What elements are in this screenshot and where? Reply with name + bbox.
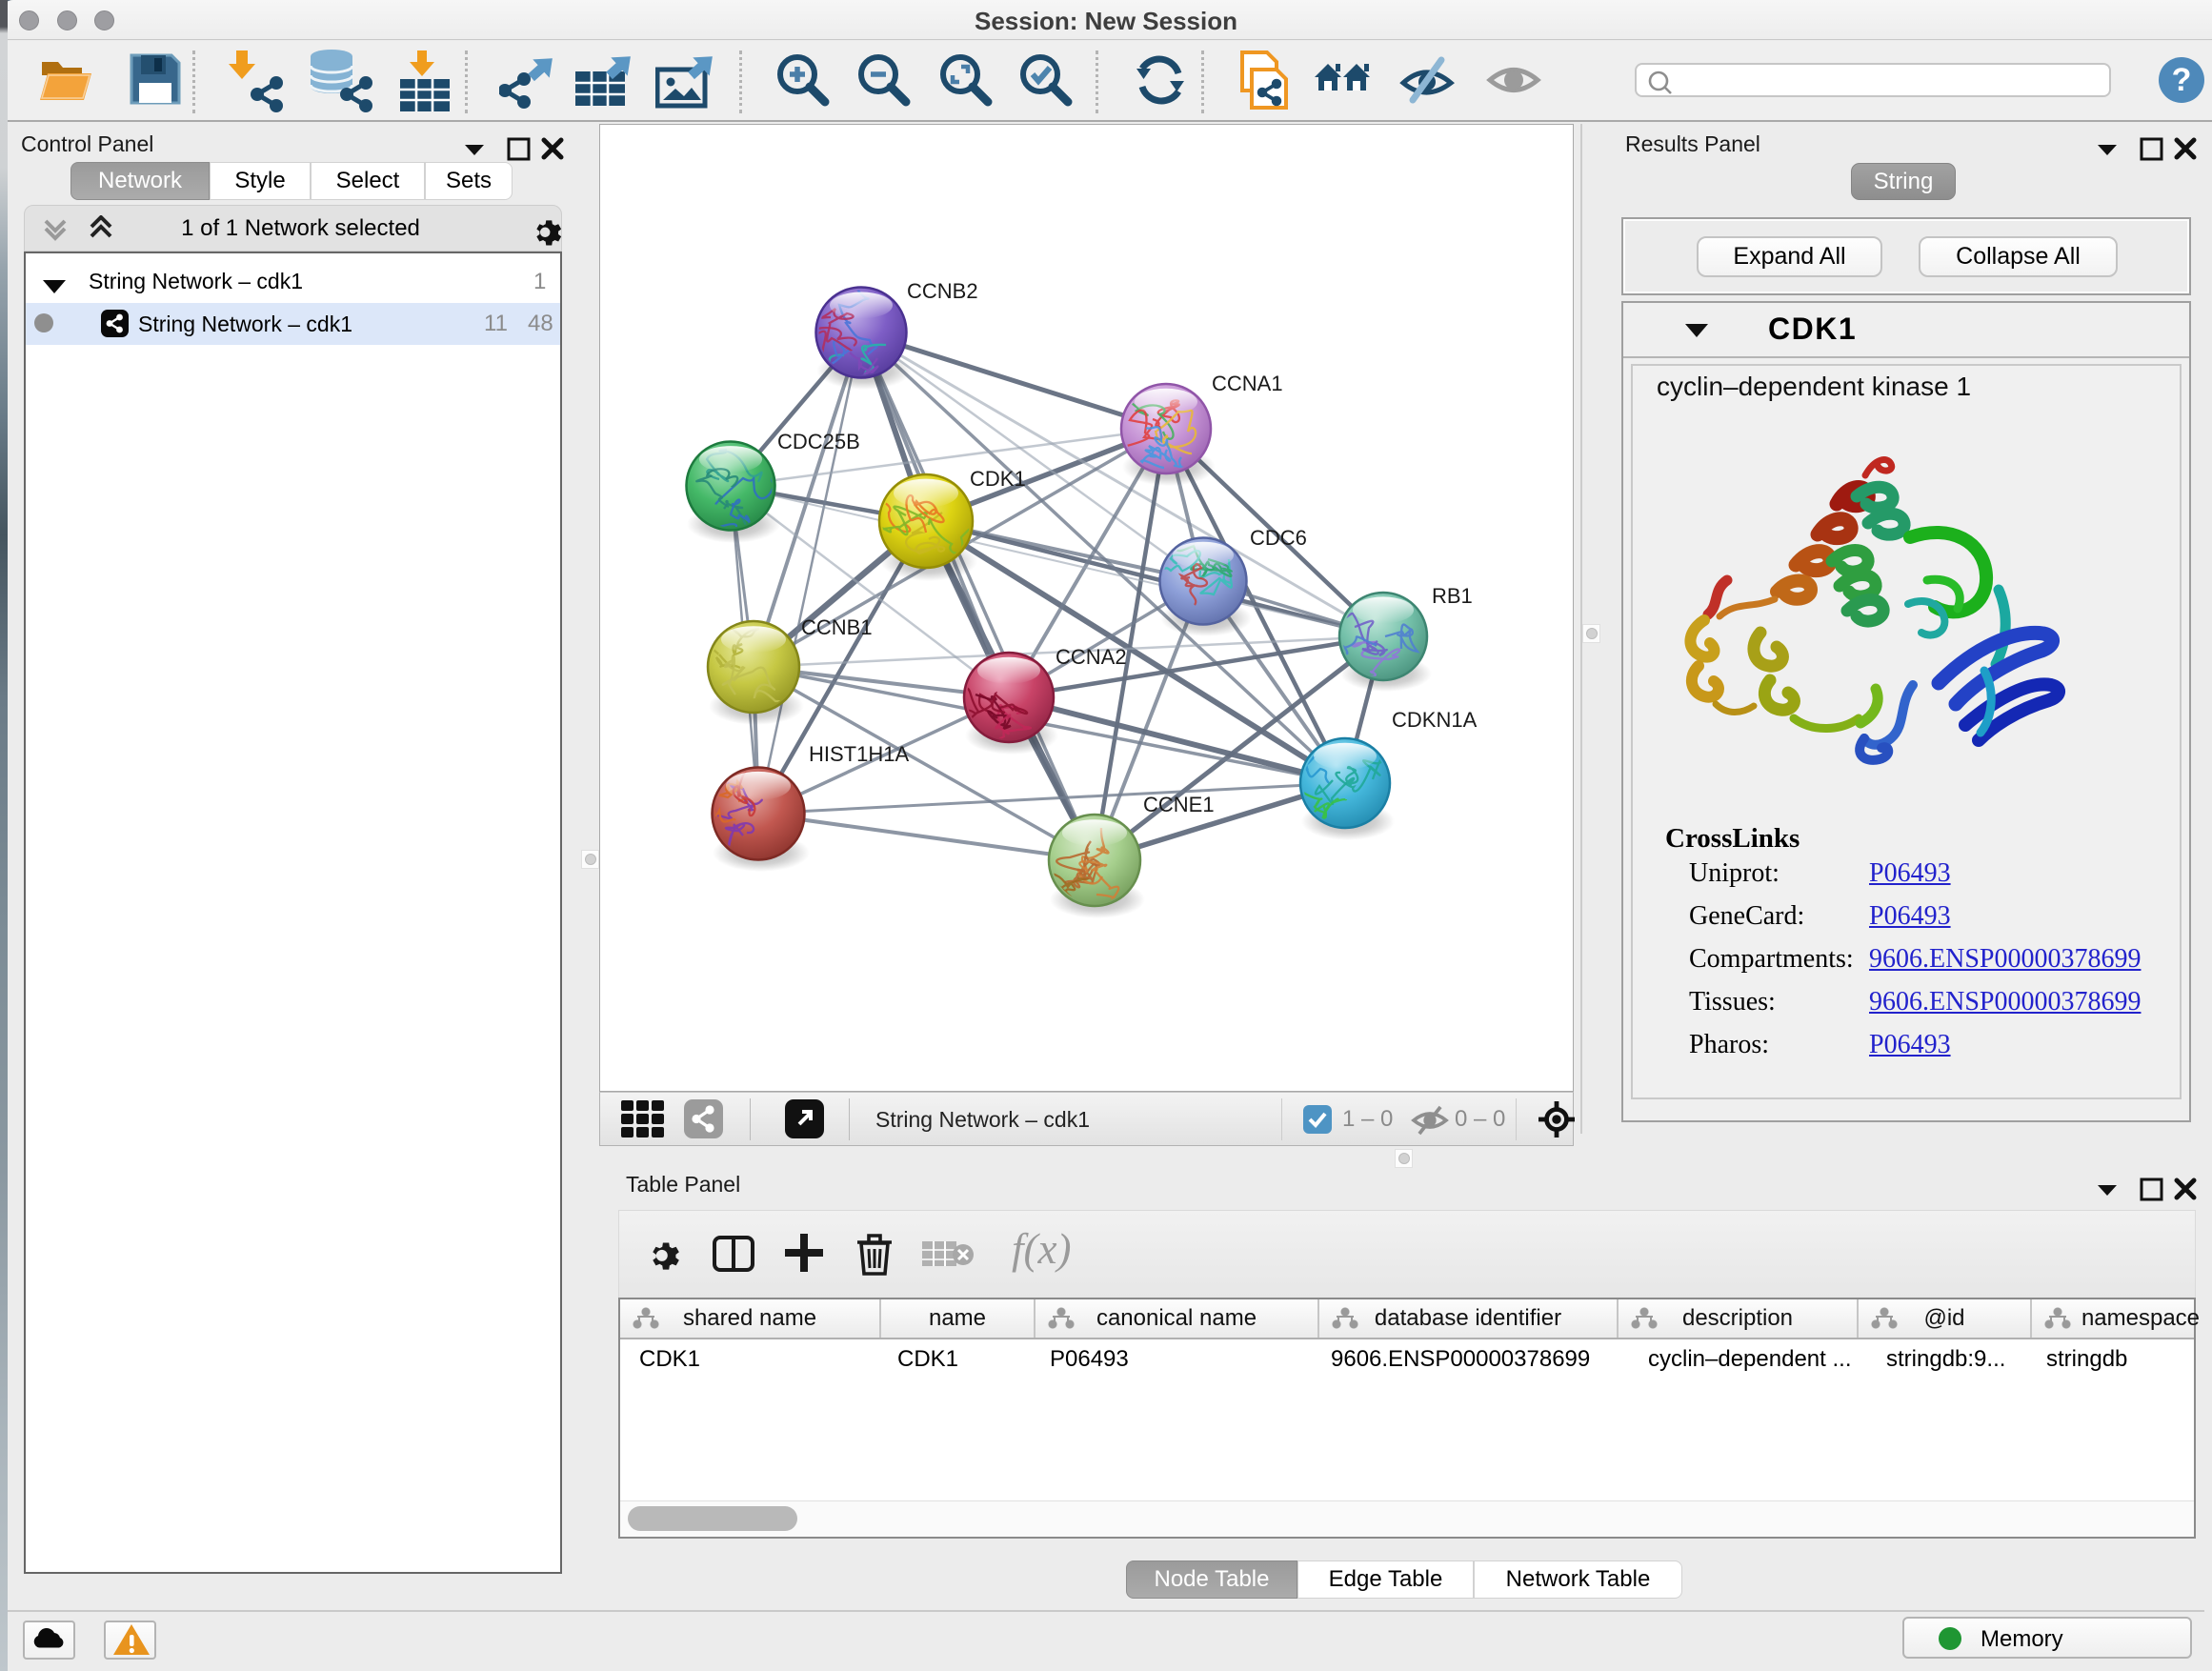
svg-text:CDKN1A: CDKN1A [1392,708,1478,732]
svg-text:HIST1H1A: HIST1H1A [809,742,909,766]
svg-text:CDK1: CDK1 [970,467,1026,491]
svg-text:?: ? [2172,62,2192,98]
svg-text:CDC6: CDC6 [1250,526,1307,550]
svg-text:CCNB1: CCNB1 [801,615,873,639]
svg-text:RB1: RB1 [1432,584,1473,608]
svg-text:CCNA1: CCNA1 [1212,372,1283,395]
svg-text:CCNA2: CCNA2 [1056,645,1127,669]
svg-text:CDC25B: CDC25B [777,430,860,453]
svg-text:CCNE1: CCNE1 [1143,793,1215,816]
svg-text:CCNB2: CCNB2 [907,279,978,303]
